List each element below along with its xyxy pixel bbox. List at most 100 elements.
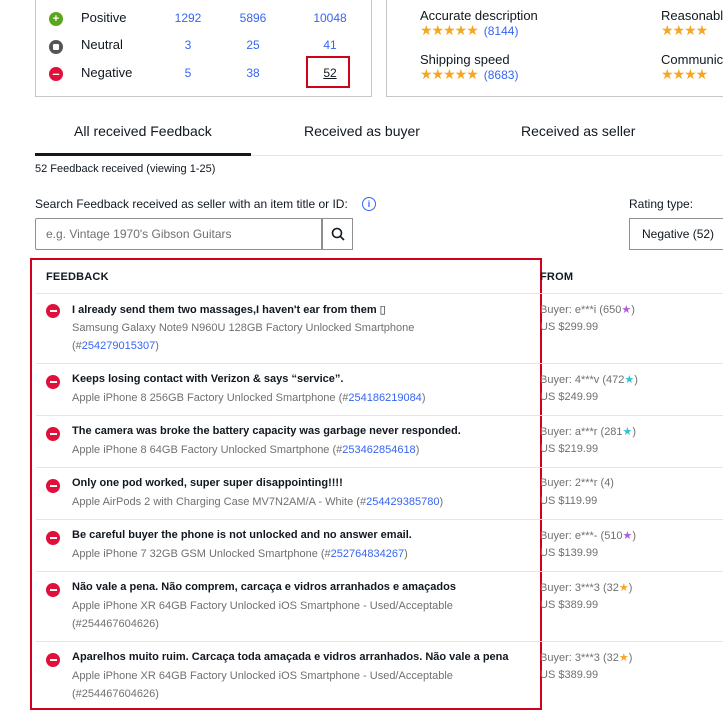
feedback-comment: Keeps losing contact with Verizon & says…: [72, 373, 344, 385]
negative-12-months[interactable]: 52: [310, 66, 350, 80]
row-divider: [36, 571, 723, 572]
feedback-item-title: Apple iPhone 8 256GB Factory Unlocked Sm…: [72, 392, 426, 404]
dsr-shipping-count: (8683): [483, 68, 519, 82]
item-id-link[interactable]: 253462854618: [342, 444, 415, 456]
table-row: [46, 653, 60, 667]
negative-icon: –: [49, 66, 63, 81]
row-divider: [36, 415, 723, 416]
neutral-6-months[interactable]: 25: [233, 38, 273, 52]
negative-rating-icon: [46, 583, 60, 597]
dsr-reasonable-title: Reasonable: [661, 8, 723, 23]
feedback-item-id: (#254467604626): [72, 618, 159, 630]
feedback-comment: The camera was broke the battery capacit…: [72, 425, 461, 437]
item-price: US $249.99: [540, 391, 599, 403]
table-row: [46, 531, 60, 545]
feedback-comment: Não vale a pena. Não comprem, carcaça e …: [72, 581, 456, 593]
column-header-feedback: FEEDBACK: [46, 271, 109, 283]
buyer-info: Buyer: 4***v (472★): [540, 374, 638, 386]
item-price: US $119.99: [540, 495, 598, 507]
negative-rating-icon: [46, 375, 60, 389]
neutral-12-months[interactable]: 41: [310, 38, 350, 52]
search-label: Search Feedback received as seller with …: [35, 197, 348, 211]
feedback-item-title: Samsung Galaxy Note9 N960U 128GB Factory…: [72, 322, 415, 334]
negative-1-month[interactable]: 5: [168, 66, 208, 80]
negative-rating-icon: [46, 304, 60, 318]
search-button[interactable]: [322, 218, 353, 250]
feedback-item-title: Apple iPhone 8 64GB Factory Unlocked Sma…: [72, 444, 420, 456]
star-icon: ★: [624, 374, 635, 386]
negative-rating-icon: [46, 531, 60, 545]
rating-type-label: Rating type:: [629, 197, 694, 211]
buyer-info: Buyer: e***i (650★): [540, 304, 635, 316]
feedback-item-title: Apple iPhone 7 32GB GSM Unlocked Smartph…: [72, 548, 408, 560]
row-divider: [36, 519, 723, 520]
search-icon: [331, 227, 345, 241]
positive-6-months[interactable]: 5896: [233, 11, 273, 25]
item-price: US $139.99: [540, 547, 599, 559]
star-icon: ★: [618, 582, 629, 594]
table-row: [46, 304, 60, 318]
dsr-accurate-count: (8144): [483, 24, 519, 38]
tab-all-received-feedback[interactable]: All received Feedback: [74, 123, 212, 139]
table-row: [46, 375, 60, 389]
negative-rating-icon: [46, 479, 60, 493]
negative-6-months[interactable]: 38: [233, 66, 273, 80]
star-icon: ★: [618, 652, 629, 664]
neutral-label: Neutral: [81, 37, 123, 52]
item-price: US $299.99: [540, 321, 599, 333]
table-row: [46, 583, 60, 597]
feedback-comment: Be careful buyer the phone is not unlock…: [72, 529, 412, 541]
tab-received-as-buyer[interactable]: Received as buyer: [304, 123, 420, 139]
buyer-info: Buyer: 3***3 (32★): [540, 582, 633, 594]
feedback-item-title: Apple iPhone XR 64GB Factory Unlocked iO…: [72, 600, 453, 612]
dsr-shipping-title: Shipping speed: [420, 52, 510, 67]
buyer-info: Buyer: 3***3 (32★): [540, 652, 633, 664]
negative-rating-icon: [46, 427, 60, 441]
buyer-info: Buyer: e***- (510★): [540, 530, 637, 542]
dsr-accurate-stars: ★★★★★ (8144): [420, 22, 519, 38]
buyer-info: Buyer: a***r (281★): [540, 426, 637, 438]
table-row: [46, 479, 60, 493]
item-price: US $389.99: [540, 599, 599, 611]
item-id-link[interactable]: 254279015307: [82, 340, 155, 352]
dsr-reasonable-stars: ★★★★: [661, 22, 708, 38]
feedback-count-text: 52 Feedback received (viewing 1-25): [35, 163, 216, 175]
star-icon: ★: [621, 304, 632, 316]
feedback-item-title: Apple AirPods 2 with Charging Case MV7N2…: [72, 496, 444, 508]
dsr-shipping-stars: ★★★★★ (8683): [420, 66, 519, 82]
positive-12-months[interactable]: 10048: [310, 11, 350, 25]
row-divider: [36, 467, 723, 468]
row-divider: [36, 363, 723, 364]
feedback-comment: Aparelhos muito ruim. Carcaça toda amaça…: [72, 651, 509, 663]
column-header-from: FROM: [540, 271, 574, 283]
item-id-link[interactable]: 254429385780: [366, 496, 439, 508]
row-divider: [36, 641, 723, 642]
active-tab-indicator: [35, 153, 251, 156]
dsr-communication-title: Communica: [661, 52, 723, 67]
feedback-item-id-line: (#254279015307): [72, 340, 159, 352]
buyer-info: Buyer: 2***r (4): [540, 477, 614, 489]
positive-1-month[interactable]: 1292: [168, 11, 208, 25]
table-row: [46, 427, 60, 441]
neutral-1-month[interactable]: 3: [168, 38, 208, 52]
feedback-item-id: (#254467604626): [72, 688, 159, 700]
dsr-accurate-title: Accurate description: [420, 8, 538, 23]
star-icon: ★: [622, 426, 633, 438]
item-id-link[interactable]: 254186219084: [348, 392, 421, 404]
positive-label: Positive: [81, 10, 127, 25]
feedback-item-title: Apple iPhone XR 64GB Factory Unlocked iO…: [72, 670, 453, 682]
neutral-icon: [49, 38, 63, 54]
tab-received-as-seller[interactable]: Received as seller: [521, 123, 635, 139]
negative-label: Negative: [81, 65, 133, 80]
rating-type-select[interactable]: Negative (52): [629, 218, 723, 250]
search-input[interactable]: [35, 218, 322, 250]
feedback-comment: Only one pod worked, super super disappo…: [72, 477, 343, 489]
item-price: US $219.99: [540, 443, 599, 455]
item-id-link[interactable]: 252764834267: [331, 548, 404, 560]
feedback-comment: I already send them two massages,I haven…: [72, 304, 386, 316]
star-icon: ★: [622, 530, 633, 542]
info-icon[interactable]: i: [362, 197, 376, 211]
rating-type-value: Negative (52): [642, 227, 715, 241]
dsr-communication-stars: ★★★★: [661, 66, 708, 82]
table-header-divider: [36, 293, 723, 294]
